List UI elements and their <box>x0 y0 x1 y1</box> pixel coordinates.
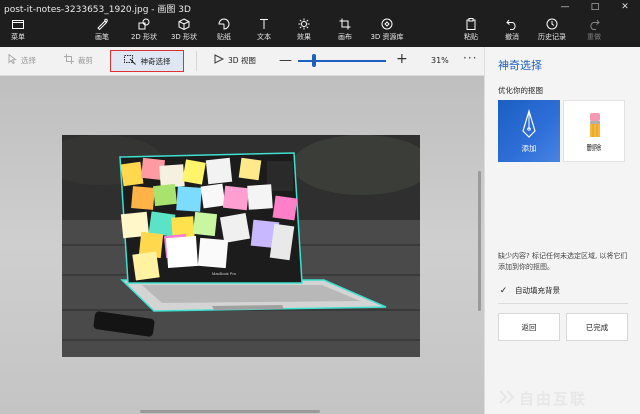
folder-icon <box>11 18 25 30</box>
crop-tool[interactable]: 裁剪 <box>64 54 93 66</box>
watermark-logo-icon <box>499 389 515 408</box>
effects-tool[interactable]: 效果 <box>286 18 322 42</box>
cube-icon <box>177 18 191 30</box>
more-options-button[interactable]: ··· <box>463 51 477 65</box>
zoom-level: 31% <box>431 56 449 65</box>
history-icon <box>545 18 559 30</box>
menu-button[interactable]: 菜单 <box>0 18 36 42</box>
autofill-label: 自动填充背景 <box>515 286 560 295</box>
window-title: post-it-notes-3233653_1920.jpg - 画图 3D <box>4 5 191 15</box>
zoom-out-button[interactable]: — <box>279 53 292 68</box>
panel-subtitle: 优化你的抠图 <box>498 86 543 95</box>
brush-icon <box>95 18 109 30</box>
ribbon: post-it-notes-3233653_1920.jpg - 画图 3D —… <box>0 0 640 47</box>
secondary-toolbar: 选择 裁剪 神奇选择 3D 视图 — + 31% ··· <box>0 47 484 76</box>
laptop-brand-label: MacBook Pro <box>212 271 237 276</box>
back-button[interactable]: 返回 <box>498 313 560 341</box>
undo-icon <box>505 18 519 30</box>
canvas-image[interactable]: MacBook Pro <box>62 135 420 357</box>
close-button[interactable]: ✕ <box>610 0 640 14</box>
canvas-tool[interactable]: 画布 <box>327 18 363 42</box>
watermark: 自由互联 <box>499 388 587 409</box>
view-3d-toggle[interactable]: 3D 视图 <box>214 54 256 66</box>
redo-icon <box>587 18 601 30</box>
checkmark-icon[interactable]: ✓ <box>498 285 509 296</box>
library-3d-tool[interactable]: 3D 资源库 <box>369 18 405 42</box>
laptop-sticky-notes-photo: MacBook Pro <box>62 135 420 357</box>
horizontal-scrollbar[interactable] <box>140 410 320 413</box>
shapes-2d-tool[interactable]: 2D 形状 <box>126 18 162 42</box>
zoom-slider-thumb[interactable] <box>312 54 316 67</box>
cursor-icon <box>8 53 17 66</box>
shapes-3d-tool[interactable]: 3D 形状 <box>166 18 202 42</box>
library-icon <box>380 18 394 30</box>
canvas-crop-icon <box>338 18 352 30</box>
redo-button[interactable]: 重做 <box>576 18 612 42</box>
select-tool[interactable]: 选择 <box>8 53 36 66</box>
text-tool[interactable]: 文本 <box>246 18 282 42</box>
sticker-icon <box>217 18 231 30</box>
eraser-icon <box>585 110 605 140</box>
autofill-background-option[interactable]: ✓ 自动填充背景 <box>498 285 560 296</box>
panel-title: 神奇选择 <box>498 59 542 72</box>
hint-text: 缺少内容? 标记任何未选定区域, 以将它们添加到你的抠图。 <box>498 252 628 271</box>
magic-select-icon <box>123 55 136 67</box>
panel-divider <box>498 303 628 304</box>
canvas-area[interactable]: MacBook Pro <box>0 76 484 414</box>
magic-select-panel: 神奇选择 优化你的抠图 添加 删除 缺少内容? 标记任何未选定区域, 以将它们添… <box>484 47 640 414</box>
done-button[interactable]: 已完成 <box>566 313 628 341</box>
toolbar-divider <box>196 51 197 71</box>
shapes-2d-icon <box>137 18 151 30</box>
paste-button[interactable]: 粘贴 <box>453 18 489 42</box>
crop-icon <box>64 54 74 66</box>
zoom-in-button[interactable]: + <box>396 51 408 67</box>
history-button[interactable]: 历史记录 <box>534 18 570 42</box>
paste-icon <box>464 18 478 30</box>
undo-button[interactable]: 撤消 <box>494 18 530 42</box>
minimize-button[interactable]: — <box>550 0 580 14</box>
sun-icon <box>297 18 311 30</box>
stickers-tool[interactable]: 贴纸 <box>206 18 242 42</box>
maximize-button[interactable]: □ <box>580 0 610 14</box>
vertical-scrollbar[interactable] <box>478 171 481 311</box>
window-controls: — □ ✕ <box>550 0 640 14</box>
add-button[interactable]: 添加 <box>498 100 560 162</box>
pen-icon <box>519 108 539 139</box>
remove-button[interactable]: 删除 <box>563 100 625 162</box>
brushes-tool[interactable]: 画笔 <box>84 18 120 42</box>
view-3d-icon <box>214 54 225 66</box>
watermark-text: 自由互联 <box>519 390 588 408</box>
magic-select-button[interactable]: 神奇选择 <box>110 50 184 72</box>
text-icon <box>257 18 271 30</box>
